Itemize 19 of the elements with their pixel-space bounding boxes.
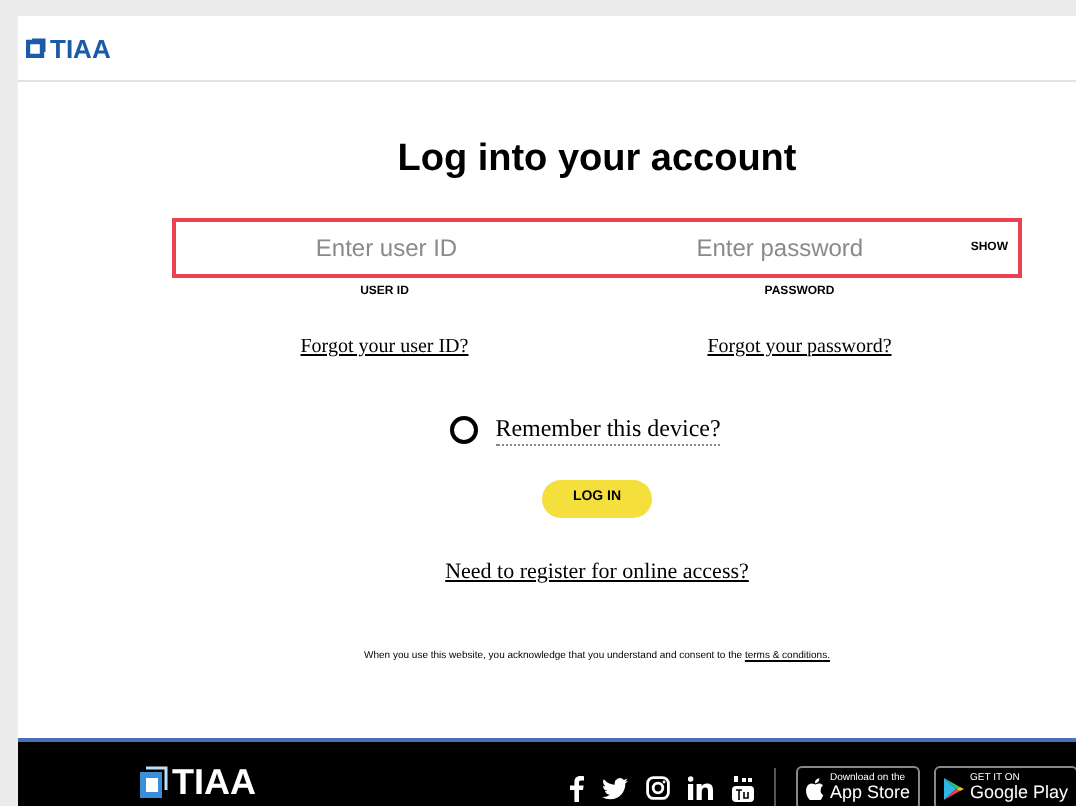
logo-text: TIAA xyxy=(50,35,111,61)
forgot-user-id-link[interactable]: Forgot your user ID? xyxy=(300,332,469,362)
logo-icon xyxy=(136,765,168,799)
twitter-icon[interactable] xyxy=(602,777,628,799)
facebook-icon[interactable] xyxy=(570,775,584,801)
register-link[interactable]: Need to register for online access? xyxy=(445,556,749,589)
youtube-icon[interactable] xyxy=(732,775,754,801)
badge-title: Google Play xyxy=(970,784,1069,802)
forgot-password-link[interactable]: Forgot your password? xyxy=(707,332,892,362)
instagram-icon[interactable] xyxy=(646,776,670,800)
footer-logo-text: TIAA xyxy=(172,764,256,800)
badge-title: App Store xyxy=(830,784,911,802)
page-title: Log into your account xyxy=(397,140,797,178)
remember-radio[interactable] xyxy=(449,416,478,444)
logo-icon xyxy=(26,38,46,58)
apple-icon xyxy=(806,777,824,799)
play-icon xyxy=(944,777,965,799)
remember-label[interactable]: Remember this device? xyxy=(495,414,721,446)
linkedin-icon[interactable] xyxy=(688,776,714,800)
